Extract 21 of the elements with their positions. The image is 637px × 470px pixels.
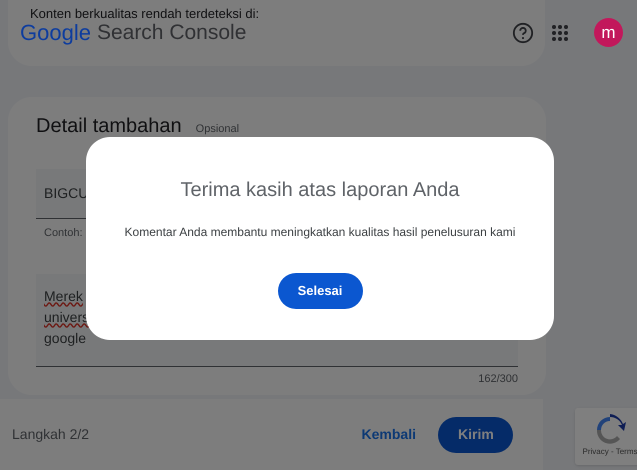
back-button[interactable]: Kembali [362, 424, 416, 445]
recaptcha-links[interactable]: Privacy - Terms [582, 446, 637, 458]
comment-line: Merek [44, 286, 83, 306]
step-label: Langkah 2/2 [12, 425, 90, 444]
recaptcha-badge[interactable]: Privacy - Terms [575, 408, 637, 465]
dialog-message: Komentar Anda membantu meningkatkan kualitas hasil penelusuran kami [124, 224, 516, 241]
apps-grid-icon[interactable] [552, 24, 568, 40]
help-icon[interactable] [512, 22, 534, 44]
section-title: Detail tambahan [36, 114, 182, 139]
avatar[interactable]: m [594, 18, 623, 47]
character-counter: 162/300 [478, 372, 518, 386]
recaptcha-icon [594, 414, 626, 446]
dialog-title: Terima kasih atas laporan Anda [180, 178, 460, 203]
field-hint: Contoh: [44, 226, 83, 241]
submit-button[interactable]: Kirim [438, 416, 513, 452]
done-button[interactable]: Selesai [278, 273, 362, 309]
notice-text: Konten berkualitas rendah terdeteksi di: [30, 6, 260, 21]
optional-label: Opsional [196, 122, 240, 137]
product-name: Search Console [96, 20, 246, 46]
logo-text: Google [20, 19, 91, 47]
comment-line: google [44, 328, 86, 348]
